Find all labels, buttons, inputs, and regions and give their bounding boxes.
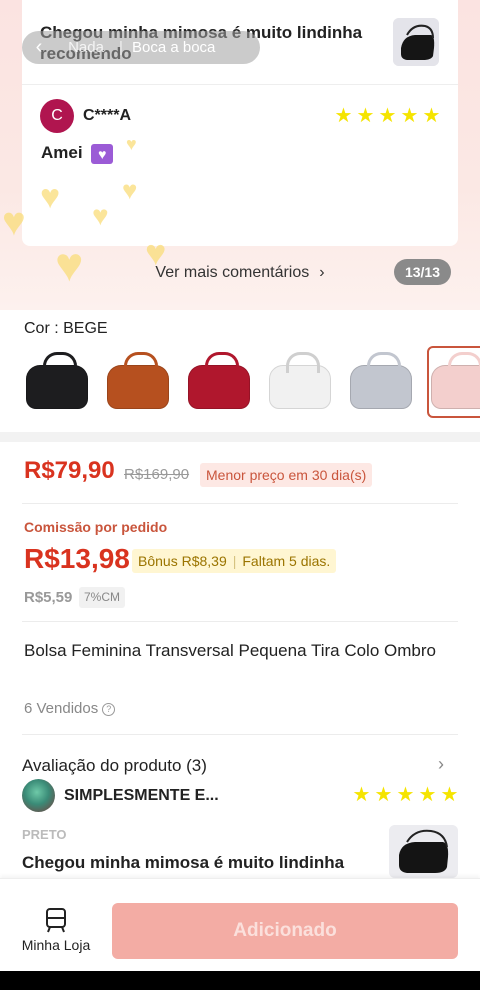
tab-boca-a-boca[interactable]: Boca a boca <box>126 39 215 56</box>
lowest-price-badge: Menor preço em 30 dia(s) <box>200 463 373 487</box>
star-icon: ★ <box>378 105 397 127</box>
review-text: Chegou minha mimosa é muito lindinha <box>22 853 345 872</box>
comment-text: Amei ♥ <box>41 143 114 164</box>
rating-title[interactable]: Avaliação do produto (3) <box>22 756 207 776</box>
reviews-preview: Chegou minha mimosa é muito lindinha rec… <box>0 0 480 310</box>
floating-heart-icon: ♥ <box>122 175 138 205</box>
bonus-label: Bônus R$8,39 <box>138 553 227 569</box>
star-icon: ★ <box>356 105 375 127</box>
added-button[interactable]: Adicionado <box>112 903 458 959</box>
section-separator <box>0 432 480 442</box>
star-icon: ★ <box>422 105 441 127</box>
product-title: Bolsa Feminina Transversal Pequena Tira … <box>24 641 436 660</box>
bag-icon <box>350 352 412 409</box>
star-icon: ★ <box>352 784 371 806</box>
media-tabs: ‹ Nada | Boca a boca <box>22 31 260 64</box>
divider <box>22 503 458 504</box>
store-icon <box>46 908 66 933</box>
badge-separator: | <box>232 553 237 569</box>
deadline-label: Faltam 5 dias. <box>242 553 331 569</box>
review-photo[interactable] <box>389 825 458 878</box>
star-icon: ★ <box>440 784 459 806</box>
reviewer-avatar <box>22 779 55 812</box>
color-swatches <box>22 346 480 418</box>
chevron-right-icon[interactable]: › <box>438 754 444 775</box>
review-rating-stars: ★ ★ ★ ★ ★ <box>352 784 459 806</box>
price: R$79,90 <box>24 457 115 484</box>
divider <box>22 734 458 735</box>
commission-label: Comissão por pedido <box>24 519 168 535</box>
comment-rating-stars: ★ ★ ★ ★ ★ <box>334 105 441 127</box>
comment-text-label: Amei <box>41 143 83 162</box>
color-swatch-marrom[interactable] <box>103 346 173 418</box>
star-icon: ★ <box>418 784 437 806</box>
floating-heart-icon: ♥ <box>2 200 26 244</box>
color-label: Cor : BEGE <box>24 320 108 337</box>
color-swatch-cinza[interactable] <box>346 346 416 418</box>
star-icon: ★ <box>396 784 415 806</box>
commission-value: R$13,98 <box>24 543 130 574</box>
star-icon: ★ <box>400 105 419 127</box>
color-swatch-vermelho[interactable] <box>184 346 254 418</box>
bottom-action-bar: Minha Loja Adicionado <box>0 878 480 971</box>
purple-heart-icon: ♥ <box>91 143 114 164</box>
color-swatch-bege[interactable] <box>427 346 480 418</box>
tab-separator: | <box>119 39 123 56</box>
my-store-label: Minha Loja <box>21 937 91 953</box>
chevron-right-icon: › <box>319 264 325 281</box>
review-variant: PRETO <box>22 827 67 842</box>
comment-username: C****A <box>83 107 132 124</box>
system-nav-bar <box>0 971 480 990</box>
bag-icon <box>269 352 331 409</box>
info-icon[interactable]: ? <box>102 703 116 716</box>
image-counter: 13/13 <box>394 259 451 285</box>
sold-count: 6 Vendidos? <box>24 700 116 717</box>
floating-heart-icon: ♥ <box>92 200 109 231</box>
avatar: C <box>40 99 74 133</box>
reviewer-name: SIMPLESMENTE E... <box>64 787 219 804</box>
tab-nada[interactable]: Nada <box>56 39 116 56</box>
bonus-badge: Bônus R$8,39 | Faltam 5 dias. <box>132 549 337 573</box>
bag-icon <box>107 352 169 409</box>
sold-count-label: 6 Vendidos <box>24 700 99 717</box>
divider <box>22 84 458 85</box>
floating-heart-icon: ♥ <box>40 178 61 216</box>
color-swatch-preto[interactable] <box>22 346 92 418</box>
color-swatch-branco[interactable] <box>265 346 335 418</box>
old-price: R$169,90 <box>124 466 190 483</box>
floating-heart-icon: ♥ <box>126 134 137 154</box>
my-store-button[interactable]: Minha Loja <box>14 907 98 953</box>
bag-icon <box>188 352 250 409</box>
bag-icon <box>431 352 480 409</box>
divider <box>22 621 458 622</box>
star-icon: ★ <box>334 105 353 127</box>
chevron-left-icon[interactable]: ‹ <box>22 36 56 59</box>
commission-percent: 7%CM <box>79 587 126 608</box>
see-more-label: Ver mais comentários <box>155 264 310 281</box>
review-photo[interactable] <box>393 18 439 66</box>
star-icon: ★ <box>374 784 393 806</box>
bag-icon <box>26 352 88 409</box>
commission-base: R$5,59 <box>24 589 73 606</box>
